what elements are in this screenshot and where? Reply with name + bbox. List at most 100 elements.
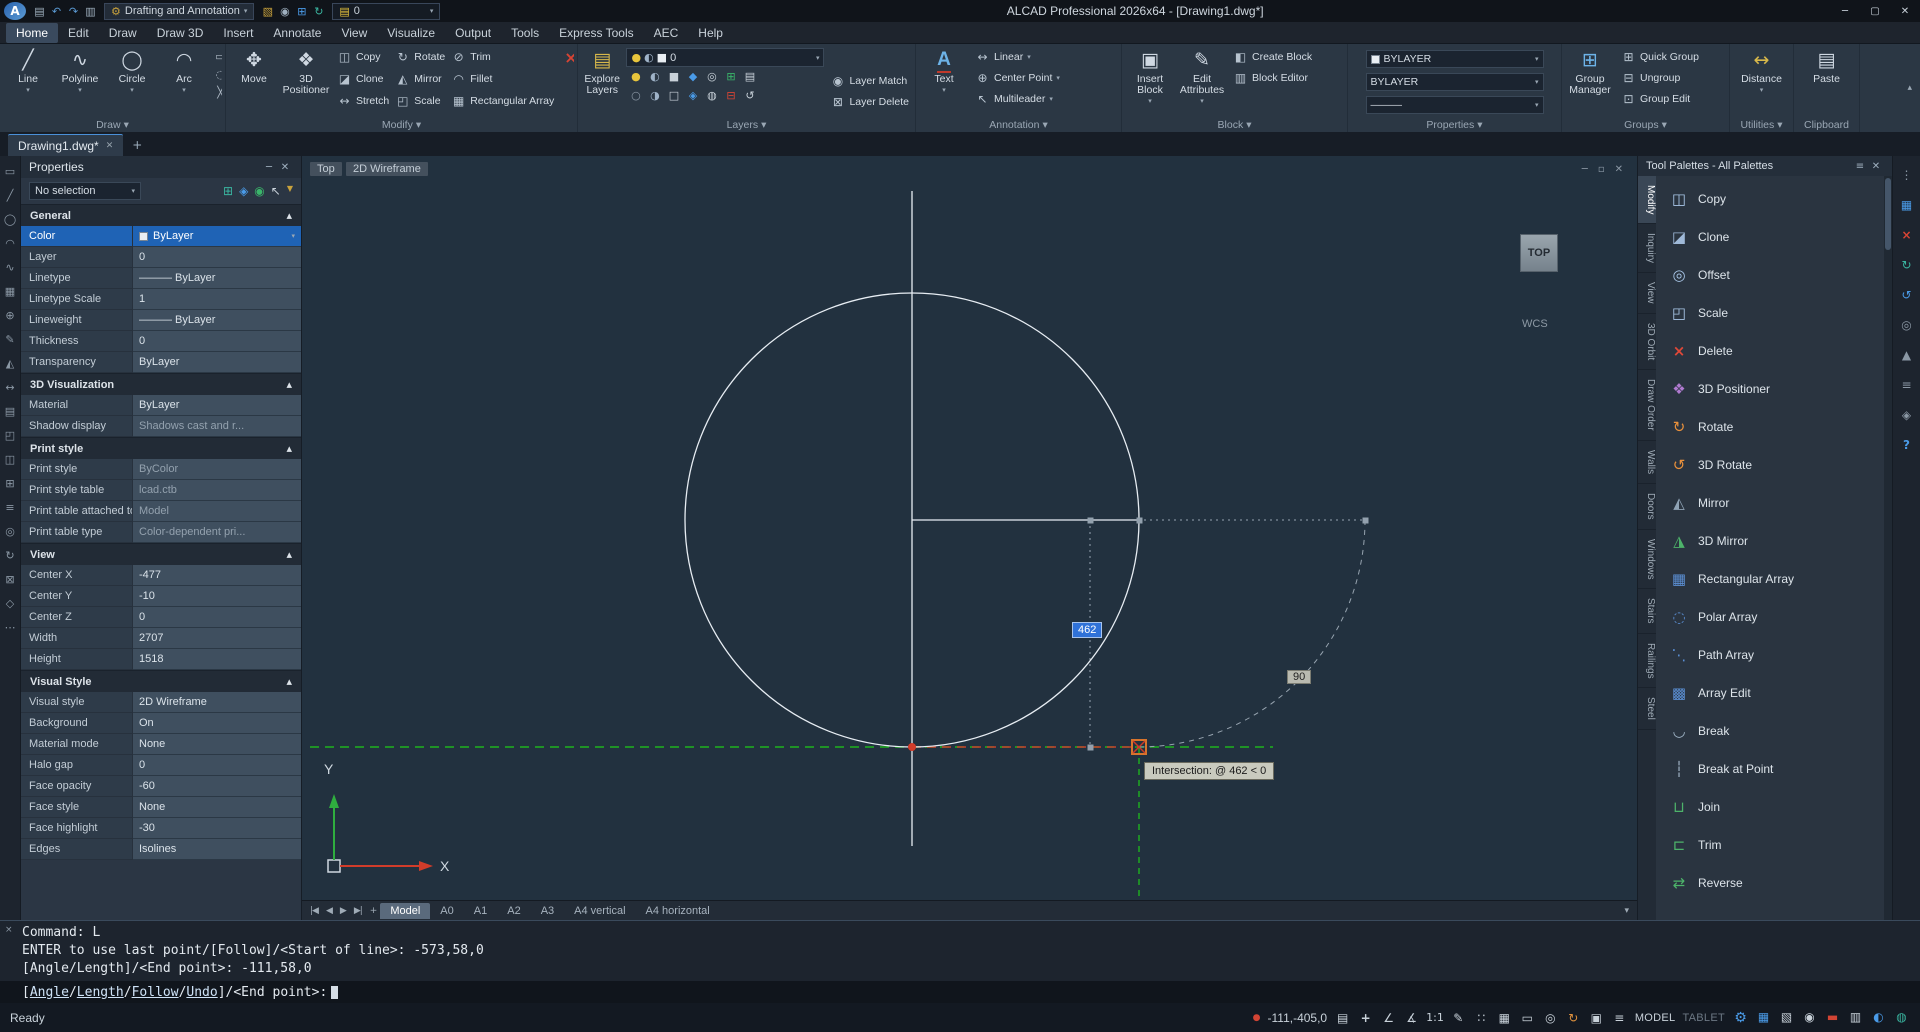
property-row[interactable]: Linetype ——— ByLayer <box>21 268 301 289</box>
annotation-scale-label[interactable]: 1:1 <box>1426 1011 1444 1025</box>
layer-thaw-icon[interactable]: ◑ <box>650 89 660 102</box>
layers-icon[interactable]: ▤ <box>5 406 15 417</box>
grid-blue-icon[interactable]: ▦ <box>1755 1010 1772 1026</box>
palette-tab[interactable]: Stairs <box>1638 589 1656 634</box>
polar-tracking-icon[interactable]: ∡ <box>1403 1011 1420 1025</box>
palette-item[interactable]: ⋱ Path Array <box>1656 636 1884 674</box>
layout-tab[interactable]: Model <box>380 903 430 919</box>
property-row[interactable]: Material ByLayer <box>21 395 301 416</box>
list-icon[interactable]: ≡ <box>5 502 14 513</box>
wcs-label[interactable]: WCS <box>1522 318 1548 330</box>
erase-icon[interactable]: ⊠ <box>5 574 14 585</box>
point-icon[interactable]: ◌ <box>212 68 222 85</box>
modify-tool-button[interactable]: ◭ Mirror <box>392 68 448 89</box>
polygon-icon[interactable]: ◇ <box>6 598 14 609</box>
layer-states-icon[interactable]: ▤ <box>745 70 755 83</box>
palette-item[interactable]: ◭ Mirror <box>1656 484 1884 522</box>
edit-icon[interactable]: ✎ <box>5 334 14 345</box>
property-row[interactable]: Print style table lcad.ctb <box>21 480 301 501</box>
palette-item[interactable]: × Delete <box>1656 332 1884 370</box>
close-palette-icon[interactable]: ✕ <box>1868 161 1884 172</box>
sheet-icon[interactable]: ⊞ <box>293 5 310 18</box>
palette-item[interactable]: ⊔ Join <box>1656 788 1884 826</box>
group-manager-button[interactable]: ⊞ Group Manager <box>1565 46 1615 96</box>
draw-tool-button[interactable]: ∿ Polyline ▾ <box>55 46 105 94</box>
property-row[interactable]: Print table attached to Model <box>21 501 301 522</box>
palette-item[interactable]: ⊏ Trim <box>1656 826 1884 864</box>
first-tab-icon[interactable]: |◀ <box>306 906 322 916</box>
explore-layers-button[interactable]: ▤ Explore Layers <box>581 46 623 96</box>
section-3d-visualization[interactable]: 3D Visualization▴ <box>21 373 301 395</box>
property-row[interactable]: Center Y -10 <box>21 586 301 607</box>
layer-tool-button[interactable]: ◉ Layer Match <box>827 70 912 91</box>
help-icon[interactable]: ? <box>1903 438 1910 452</box>
filter-icon[interactable]: ▼ <box>287 184 293 198</box>
annotation-tool-button[interactable]: ↖ Multileader ▾ <box>972 88 1063 109</box>
current-layer-dropdown[interactable]: ▤ 0 ▾ <box>332 3 440 20</box>
layer-on-icon[interactable]: ● <box>631 70 641 83</box>
arc-icon[interactable]: ◠ <box>5 238 15 249</box>
annotation-tool-button[interactable]: ⊕ Center Point ▾ <box>972 67 1063 88</box>
plot-icon[interactable]: ▤ <box>1334 1011 1351 1025</box>
close-button[interactable]: ✕ <box>1890 0 1920 22</box>
document-tab[interactable]: Drawing1.dwg* ✕ <box>8 134 123 156</box>
palette-item[interactable]: ◌ Polar Array <box>1656 598 1884 636</box>
erase-button[interactable]: × <box>560 46 574 69</box>
layer-new-icon[interactable]: ⊞ <box>726 70 735 83</box>
save-icon[interactable]: ◉ <box>276 5 293 18</box>
property-row[interactable]: Face style None <box>21 797 301 818</box>
mdi-close-icon[interactable]: ✕ <box>1615 164 1623 175</box>
workspace-switcher[interactable]: ⚙ Drafting and Annotation ▾ <box>104 3 254 20</box>
palette-item[interactable]: ◫ Copy <box>1656 180 1884 218</box>
palette-item[interactable]: ⇄ Reverse <box>1656 864 1884 902</box>
refresh-teal-icon[interactable]: ↻ <box>1901 258 1911 272</box>
property-row[interactable]: Linetype Scale 1 <box>21 289 301 310</box>
annotation-tool-button[interactable]: ↔ Linear ▾ <box>972 46 1063 67</box>
property-row-color[interactable]: Color ByLayer ▾ <box>21 226 301 247</box>
draw-tool-button[interactable]: ◯ Circle ▾ <box>107 46 157 94</box>
block-panel-label[interactable]: Block▾ <box>1125 117 1344 132</box>
open-icon[interactable]: ▧ <box>259 5 276 18</box>
property-row[interactable]: Center X -477 <box>21 565 301 586</box>
property-row[interactable]: Face opacity -60 <box>21 776 301 797</box>
property-row[interactable]: Background On <box>21 713 301 734</box>
group-tool-button[interactable]: ⊞ Quick Group <box>1618 46 1702 67</box>
frame-icon[interactable]: ▣ <box>1588 1011 1605 1025</box>
palette-tab[interactable]: Windows <box>1638 530 1656 590</box>
redo-icon[interactable]: ↷ <box>65 5 82 18</box>
stop-red-icon[interactable]: ▬ <box>1824 1010 1841 1026</box>
property-row[interactable]: Height 1518 <box>21 649 301 670</box>
palette-tab[interactable]: Modify <box>1638 176 1656 224</box>
palette-item[interactable]: ▦ Rectangular Array <box>1656 560 1884 598</box>
palette-item[interactable]: ↻ Rotate <box>1656 408 1884 446</box>
display-icon[interactable]: ▥ <box>1847 1010 1864 1026</box>
menu-item[interactable]: View <box>331 23 377 43</box>
layout-tab[interactable]: A2 <box>497 903 530 919</box>
modify-tool-button[interactable]: ↔ Stretch <box>334 90 392 111</box>
annotation-pen-icon[interactable]: ✎ <box>1450 1011 1467 1025</box>
modify-tool-button[interactable]: ✥ Move <box>229 46 279 96</box>
property-row[interactable]: Halo gap 0 <box>21 755 301 776</box>
property-row[interactable]: Transparency ByLayer <box>21 352 301 373</box>
menu-item[interactable]: Insert <box>213 23 263 43</box>
modify-tool-button[interactable]: ◰ Scale <box>392 90 448 111</box>
auto-refresh-icon[interactable]: ↻ <box>1565 1011 1582 1025</box>
tablet-toggle[interactable]: TABLET <box>1682 1012 1725 1024</box>
group-tool-button[interactable]: ⊡ Group Edit <box>1618 88 1702 109</box>
menu-item[interactable]: Annotate <box>263 23 331 43</box>
modify-tool-button[interactable]: ◪ Clone <box>334 68 392 89</box>
layer-plot-icon[interactable]: ◎ <box>707 70 717 83</box>
properties-icon[interactable]: ▭ <box>5 166 15 177</box>
layout-tab[interactable]: A0 <box>430 903 463 919</box>
menu-item[interactable]: Draw 3D <box>147 23 214 43</box>
properties-panel-label[interactable]: Properties▾ <box>1351 117 1558 132</box>
palette-item[interactable]: ◡ Break <box>1656 712 1884 750</box>
prev-tab-icon[interactable]: ◀ <box>322 906 336 916</box>
modify-tool-button[interactable]: ⊘ Trim <box>448 46 557 67</box>
command-window[interactable]: × Command: LENTER to use last point/[Fol… <box>0 920 1920 1002</box>
user-icon[interactable]: ◉ <box>1801 1010 1818 1026</box>
group-icon[interactable]: ⊞ <box>5 478 14 489</box>
utilities-panel-label[interactable]: Utilities▾ <box>1733 117 1790 132</box>
grid-icon[interactable]: ▦ <box>1496 1011 1513 1025</box>
status-extra-icon[interactable]: ◍ <box>1893 1010 1910 1026</box>
